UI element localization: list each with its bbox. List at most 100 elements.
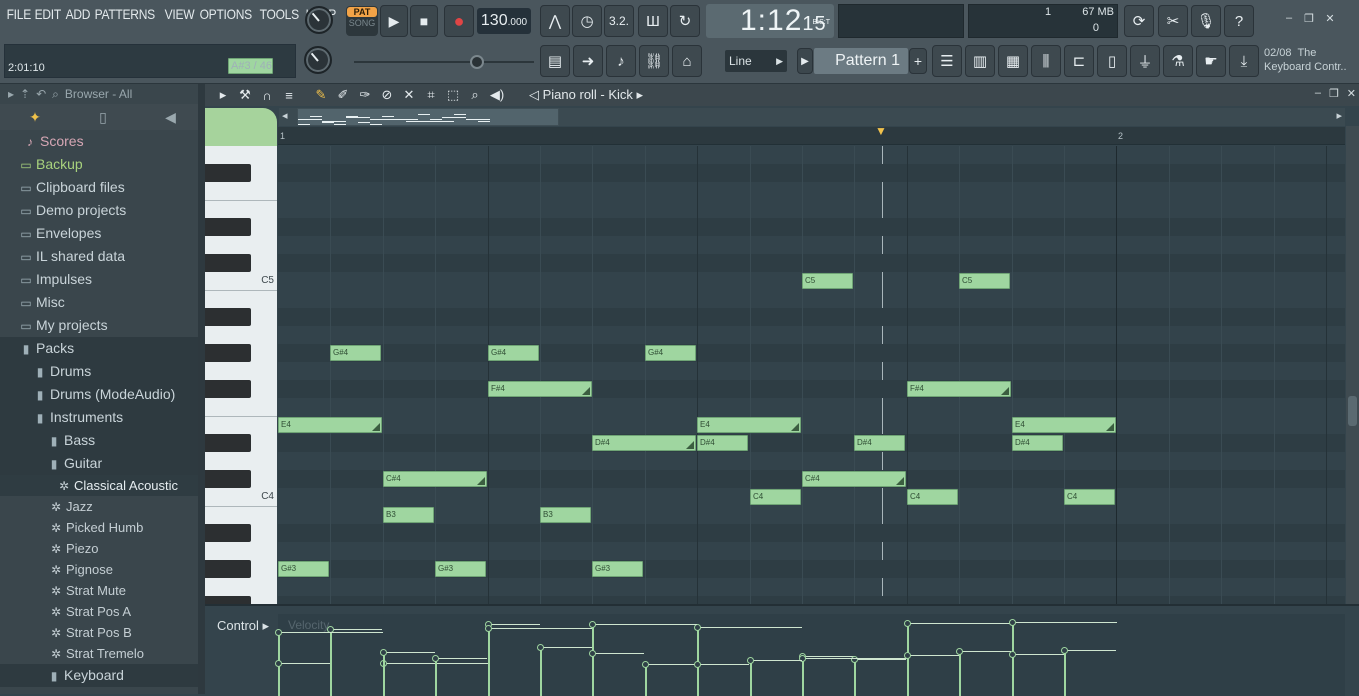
note-c4[interactable]: C4 — [750, 489, 801, 505]
resize-handle-icon[interactable] — [477, 477, 485, 485]
velocity-stem[interactable] — [1064, 651, 1066, 696]
resize-handle-icon[interactable] — [686, 441, 694, 449]
black-key[interactable] — [205, 218, 251, 236]
note-c4[interactable]: C4 — [907, 489, 958, 505]
note-dsharp4[interactable]: D#4 — [854, 435, 905, 451]
velocity-stem[interactable] — [697, 665, 699, 696]
browser-item-backup[interactable]: ▭ Backup — [0, 153, 205, 176]
preset-strat-pos-b[interactable]: ✲ Strat Pos B — [0, 622, 205, 643]
control-label[interactable]: Control ▸ — [217, 618, 269, 634]
velocity-handle[interactable] — [747, 657, 754, 664]
preset-picked-humb[interactable]: ✲ Picked Humb — [0, 517, 205, 538]
minimize-button[interactable]: – — [1282, 12, 1296, 24]
velocity-handle[interactable] — [275, 660, 282, 667]
loop-record-button[interactable]: ↻ — [670, 5, 700, 37]
menu-file[interactable]: FILE — [4, 6, 34, 22]
preset-piezo[interactable]: ✲ Piezo — [0, 538, 205, 559]
menu-tools[interactable]: TOOLS — [257, 6, 301, 22]
velocity-handle[interactable] — [485, 625, 492, 632]
resize-handle-icon[interactable] — [1001, 387, 1009, 395]
note-gsharp3[interactable]: G#3 — [592, 561, 643, 577]
link-button[interactable]: ⛓ — [639, 45, 669, 77]
velocity-stem[interactable] — [1012, 655, 1014, 696]
black-key[interactable] — [205, 308, 251, 326]
menu-options[interactable]: OPTIONS — [197, 6, 255, 22]
master-pitch-knob[interactable] — [304, 46, 332, 74]
wait-record-button[interactable]: ◷ — [572, 5, 602, 37]
velocity-handle[interactable] — [1061, 647, 1068, 654]
black-key[interactable] — [205, 164, 251, 182]
note-c5[interactable]: C5 — [802, 273, 853, 289]
note-b3[interactable]: B3 — [383, 507, 434, 523]
playhead-marker-icon[interactable]: ▼ — [875, 124, 887, 138]
velocity-stem[interactable] — [645, 665, 647, 696]
preset-strat-mute[interactable]: ✲ Strat Mute — [0, 580, 205, 601]
add-pattern-button[interactable]: + — [909, 48, 927, 74]
piano-roll-view-button[interactable]: ▥ — [965, 45, 995, 77]
menu-edit[interactable]: EDIT — [32, 6, 64, 22]
browser-title[interactable]: Browser - All — [65, 87, 132, 101]
velocity-lane[interactable]: Velocity — [275, 614, 1345, 696]
resize-handle-icon[interactable] — [896, 477, 904, 485]
playlist-view-button[interactable]: ☰ — [932, 45, 962, 77]
playlist-button[interactable]: ▤ — [540, 45, 570, 77]
mixer-button[interactable]: ⫼ — [1031, 45, 1061, 77]
velocity-handle[interactable] — [589, 621, 596, 628]
menu-patterns[interactable]: PATTERNS — [92, 6, 158, 22]
browser-item-my-projects[interactable]: ▭ My projects — [0, 314, 205, 337]
chevron-right-icon[interactable]: ▸ — [8, 87, 14, 101]
record-button[interactable]: ● — [444, 5, 474, 37]
up-arrow-icon[interactable]: ⇡ — [20, 87, 30, 101]
velocity-handle[interactable] — [537, 644, 544, 651]
slider-handle[interactable] — [470, 55, 484, 69]
tempo-tapper-button[interactable]: ⚗ — [1163, 45, 1193, 77]
note-dsharp4[interactable]: D#4 — [592, 435, 696, 451]
note-e4[interactable]: E4 — [1012, 417, 1116, 433]
browser-item-misc[interactable]: ▭ Misc — [0, 291, 205, 314]
velocity-stem[interactable] — [330, 630, 332, 696]
close-icon[interactable]: ✕ — [1347, 87, 1356, 100]
browser-item-drums-modeaudio-[interactable]: ▮ Drums (ModeAudio) — [0, 383, 205, 406]
touch-button[interactable]: ☛ — [1196, 45, 1226, 77]
note-c5[interactable]: C5 — [959, 273, 1010, 289]
velocity-handle[interactable] — [956, 648, 963, 655]
black-key[interactable] — [205, 344, 251, 362]
velocity-stem[interactable] — [750, 661, 752, 696]
velocity-stem[interactable] — [802, 659, 804, 696]
menu-arrow-icon[interactable]: ▸ — [215, 87, 231, 103]
typing-keyboard-button[interactable]: ⌂ — [672, 45, 702, 77]
black-key[interactable] — [205, 380, 251, 398]
note-overview[interactable] — [297, 108, 559, 126]
step-edit-button[interactable]: Ш — [638, 5, 668, 37]
black-key[interactable] — [205, 560, 251, 578]
preset-strat-tremelo[interactable]: ✲ Strat Tremelo — [0, 643, 205, 664]
note-gsharp4[interactable]: G#4 — [488, 345, 539, 361]
plugin-database-icon[interactable]: ◀ — [165, 109, 176, 126]
velocity-handle[interactable] — [275, 629, 282, 636]
velocity-stem[interactable] — [383, 653, 385, 696]
project-button[interactable]: ▯ — [1097, 45, 1127, 77]
menu-add[interactable]: ADD — [63, 6, 93, 22]
search-icon[interactable]: ⌕ — [52, 87, 59, 102]
note-e4[interactable]: E4 — [697, 417, 801, 433]
velocity-handle[interactable] — [642, 661, 649, 668]
browser-item-keyboard[interactable]: ▮ Keyboard — [0, 664, 205, 687]
black-key[interactable] — [205, 470, 251, 488]
snap-button[interactable]: ➜ — [573, 45, 603, 77]
velocity-handle[interactable] — [904, 620, 911, 627]
velocity-handle[interactable] — [589, 650, 596, 657]
wrench-icon[interactable]: ⚒ — [237, 87, 253, 103]
browser-item-impulses[interactable]: ▭ Impulses — [0, 268, 205, 291]
black-key[interactable] — [205, 524, 251, 542]
velocity-stem[interactable] — [592, 654, 594, 696]
black-key[interactable] — [205, 254, 251, 272]
scroll-right-icon[interactable]: ▸ — [1336, 109, 1342, 122]
velocity-stem[interactable] — [959, 652, 961, 696]
mute-icon[interactable]: ✕ — [401, 87, 417, 103]
countdown-button[interactable]: 3.2. — [604, 5, 634, 37]
online-button[interactable]: ⟳ — [1124, 5, 1154, 37]
note-dsharp4[interactable]: D#4 — [697, 435, 748, 451]
paint-icon[interactable]: ✑ — [357, 87, 373, 103]
velocity-handle[interactable] — [380, 649, 387, 656]
velocity-stem[interactable] — [278, 664, 280, 696]
